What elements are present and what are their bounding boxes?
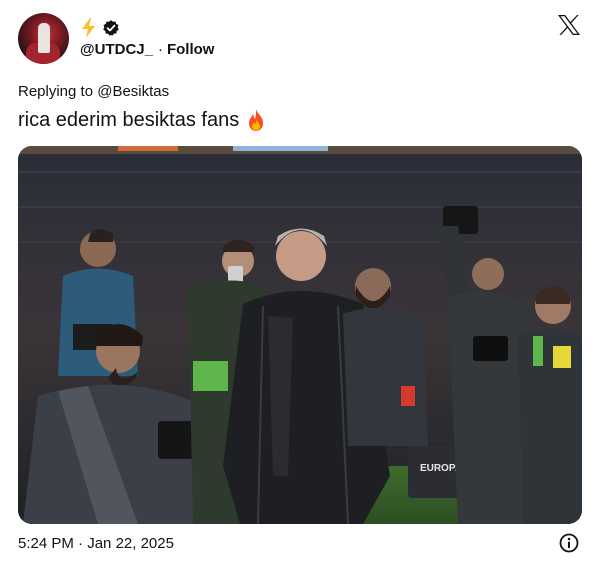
tweet-text: rica ederim besiktas fans <box>18 108 240 131</box>
tweet-time: 5:24 PM <box>18 535 74 552</box>
tweet-timestamp[interactable]: 5:24 PM · Jan 22, 2025 <box>18 535 174 552</box>
replying-to-text: Replying to @Besiktas <box>18 83 170 100</box>
user-handle-row: @UTDCJ_ · Follow <box>80 41 214 58</box>
user-badges <box>80 18 120 38</box>
avatar[interactable] <box>18 13 69 64</box>
fire-emoji-icon <box>249 109 264 131</box>
tweet-date: Jan 22, 2025 <box>87 535 174 552</box>
follow-button[interactable]: Follow <box>167 41 215 58</box>
lightning-bolt-icon <box>82 18 95 38</box>
verified-badge-icon <box>103 20 119 36</box>
user-handle[interactable]: @UTDCJ_ <box>80 41 153 58</box>
handle-separator: · <box>157 41 163 58</box>
photo-scene: EUROPA LEAGUE <box>18 146 582 524</box>
timestamp-separator: · <box>78 535 84 552</box>
x-logo-icon[interactable] <box>557 14 581 36</box>
avatar-figure-head <box>38 23 50 53</box>
info-icon[interactable] <box>559 533 579 553</box>
tweet-media-photo[interactable]: EUROPA LEAGUE <box>18 146 582 524</box>
tweet-text-row: rica ederim besiktas fans <box>18 108 266 132</box>
